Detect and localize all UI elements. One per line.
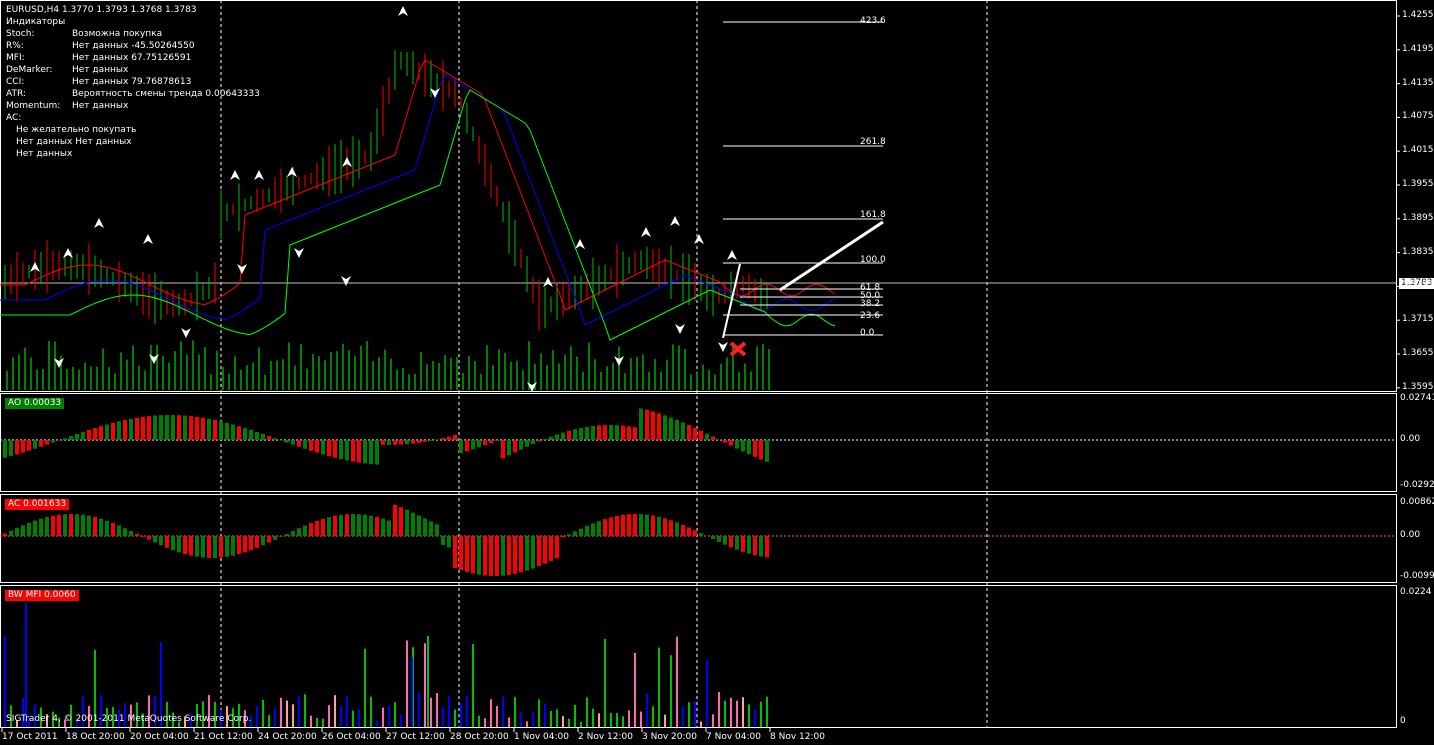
- fractal-up-arrow-icon: [398, 6, 408, 16]
- mfi-axis-label: 0.0224: [1400, 587, 1432, 597]
- ac-note: Нет данных Нет данных: [16, 137, 132, 147]
- ao-axis-label: 0.00: [1400, 434, 1421, 444]
- time-axis-label: 28 Oct 20:00: [450, 732, 509, 742]
- price-axis-label: 1.4195: [1402, 43, 1434, 54]
- time-axis-label: 21 Oct 12:00: [194, 732, 253, 742]
- ac-axis-label: -0.00996: [1400, 571, 1434, 581]
- indicator-row-r: R%: Нет данных -45.50264550: [6, 41, 195, 51]
- time-axis-label: 7 Nov 04:00: [706, 732, 761, 742]
- symbol-quote: EURUSD,H4 1.3770 1.3793 1.3768 1.3783: [6, 5, 197, 15]
- fractal-down-arrow-icon: [341, 276, 351, 286]
- fib-level-label: 100.0: [860, 255, 886, 265]
- time-axis-label: 1 Nov 04:00: [514, 732, 569, 742]
- indicator-row-cci: CCI: Нет данных 79.76878613: [6, 77, 192, 87]
- ao-panel-frame: [0, 393, 1397, 492]
- time-axis-label: 27 Oct 12:00: [386, 732, 445, 742]
- indicator-row-mfi: MFI: Нет данных 67.75126591: [6, 53, 192, 63]
- fractal-down-arrow-icon: [181, 328, 191, 338]
- indicator-panel-title: Индикаторы: [6, 17, 66, 27]
- ac-panel-label: AC 0.001633: [5, 499, 70, 510]
- time-axis-label: 26 Oct 04:00: [322, 732, 381, 742]
- ac-note: Нет данных: [16, 149, 73, 159]
- ao-panel-label: AO 0.00033: [5, 398, 65, 409]
- price-axis-label: 1.3595: [1402, 381, 1434, 392]
- indicator-row-atr: ATR: Вероятность смены тренда 0.00643333: [6, 89, 260, 99]
- fractal-up-arrow-icon: [143, 234, 153, 244]
- indicator-row-momentum: Momentum: Нет данных: [6, 101, 129, 111]
- copyright-text: SIGTrader 4, © 2001-2011 MetaQuotes Soft…: [6, 714, 252, 724]
- fib-level-label: 38.2: [860, 299, 881, 309]
- price-axis-label: 1.3955: [1402, 179, 1434, 189]
- price-axis-label: 1.4135: [1402, 77, 1434, 88]
- fractal-up-arrow-icon: [287, 167, 297, 177]
- ac-axis-label: 0.00862: [1400, 497, 1434, 507]
- fractal-up-arrow-icon: [230, 170, 240, 180]
- time-axis-label: 20 Oct 04:00: [130, 732, 189, 742]
- indicator-row-ac: AC:: [6, 113, 22, 123]
- price-axis-label: 1.3655: [1402, 348, 1434, 358]
- price-axis-label: 1.3775: [1402, 280, 1434, 291]
- fractal-up-arrow-icon: [694, 234, 704, 244]
- fractal-down-arrow-icon: [294, 248, 304, 258]
- indicator-info-panel: EURUSD,H4 1.3770 1.3793 1.3768 1.3783 Ин…: [6, 4, 260, 160]
- indicator-row-stoch: Stoch: Возможна покупка: [6, 29, 163, 39]
- fractal-down-arrow-icon: [675, 324, 685, 334]
- price-axis-label: 1.3835: [1402, 246, 1434, 257]
- time-axis-label: 24 Oct 20:00: [258, 732, 317, 742]
- time-axis-label: 18 Oct 20:00: [66, 732, 125, 742]
- fractal-up-arrow-icon: [254, 170, 264, 180]
- mfi-axis-label: 0: [1400, 716, 1406, 726]
- indicator-row-demarker: DeMarker: Нет данных: [6, 65, 129, 75]
- fib-level-label: 23.6: [860, 311, 881, 321]
- time-axis-label: 17 Oct 2011: [2, 732, 58, 742]
- ac-axis-label: 0.00: [1400, 530, 1421, 540]
- ao-axis-label: -0.02929: [1400, 480, 1434, 490]
- fractal-down-arrow-icon: [237, 264, 247, 274]
- price-axis-label: 1.3895: [1402, 212, 1434, 223]
- fractal-up-arrow-icon: [727, 250, 737, 260]
- price-axis-label: 1.3715: [1402, 314, 1434, 325]
- fractal-up-arrow-icon: [94, 218, 104, 228]
- fib-level-label: 161.8: [860, 210, 886, 220]
- fractal-down-arrow-icon: [718, 342, 728, 352]
- ao-axis-label: 0.02741: [1400, 393, 1434, 403]
- fib-level-label: 423.6: [860, 16, 886, 26]
- fractal-up-arrow-icon: [575, 239, 585, 249]
- fib-level-label: 261.8: [860, 137, 886, 147]
- time-axis-label: 2 Nov 12:00: [578, 732, 633, 742]
- time-axis-label: 8 Nov 12:00: [770, 732, 825, 742]
- ac-note: Не желательно покупать: [16, 125, 137, 135]
- fractal-up-arrow-icon: [670, 216, 680, 226]
- mfi-panel-label: BW MFI 0.0060: [5, 590, 79, 601]
- price-axis-label: 1.4075: [1402, 111, 1434, 122]
- fractal-up-arrow-icon: [543, 277, 553, 287]
- price-axis-label: 1.4015: [1402, 145, 1434, 156]
- fractal-up-arrow-icon: [641, 227, 651, 237]
- price-axis-label: 1.4255: [1402, 10, 1434, 20]
- time-axis-label: 3 Nov 20:00: [642, 732, 697, 742]
- fib-level-label: 0.0: [860, 328, 875, 338]
